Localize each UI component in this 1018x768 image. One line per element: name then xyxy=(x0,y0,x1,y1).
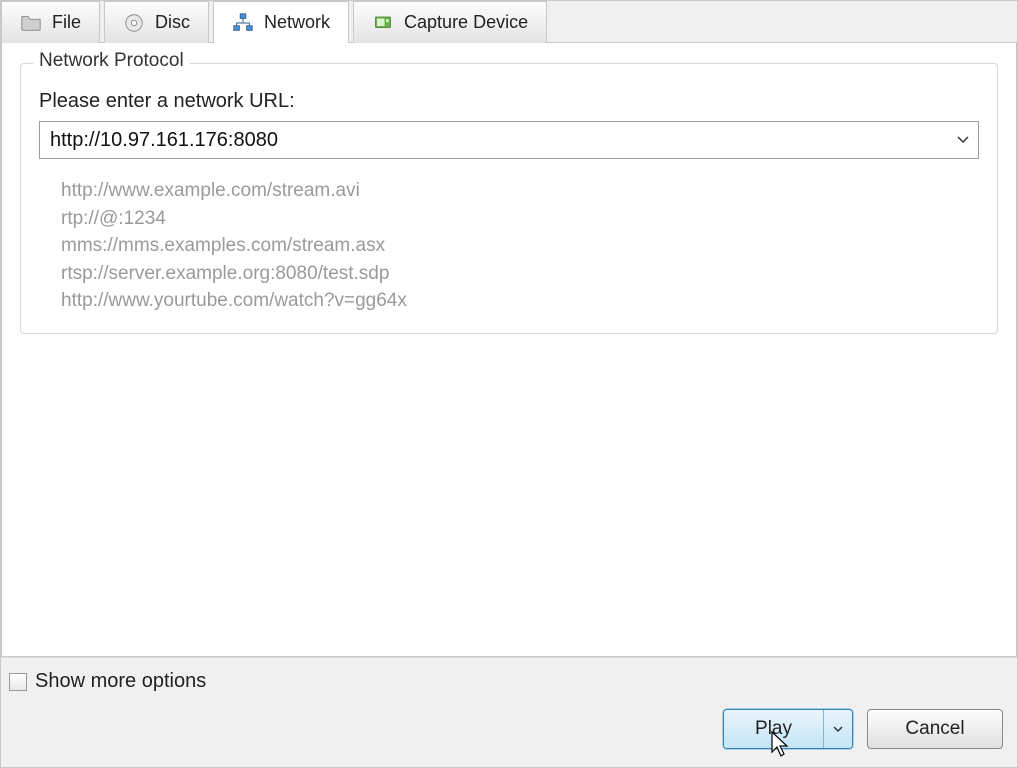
show-more-options-row[interactable]: Show more options xyxy=(9,670,1003,693)
disc-icon xyxy=(123,12,145,34)
open-media-dialog: File Disc Network Capture Devi xyxy=(0,0,1018,768)
tab-network[interactable]: Network xyxy=(213,1,349,43)
network-url-input[interactable] xyxy=(40,122,948,158)
tab-network-label: Network xyxy=(264,12,330,33)
tab-capture-device[interactable]: Capture Device xyxy=(353,1,547,43)
url-example: http://www.example.com/stream.avi xyxy=(61,177,979,205)
cancel-button[interactable]: Cancel xyxy=(867,709,1003,749)
play-button-label: Play xyxy=(755,718,792,740)
show-more-options-label: Show more options xyxy=(35,670,206,693)
dialog-footer: Show more options Play Cancel xyxy=(1,657,1017,767)
cancel-button-label: Cancel xyxy=(905,718,964,740)
group-title: Network Protocol xyxy=(33,50,190,72)
capture-device-icon xyxy=(372,12,394,34)
play-button[interactable]: Play xyxy=(724,710,824,748)
url-example: mms://mms.examples.com/stream.asx xyxy=(61,232,979,260)
tab-disc-label: Disc xyxy=(155,12,190,33)
network-url-combobox[interactable] xyxy=(39,121,979,159)
show-more-options-checkbox[interactable] xyxy=(9,673,27,691)
tab-disc[interactable]: Disc xyxy=(104,1,209,43)
tab-bar: File Disc Network Capture Devi xyxy=(1,1,1017,43)
url-dropdown-button[interactable] xyxy=(948,122,978,158)
chevron-down-icon xyxy=(833,726,843,733)
url-examples: http://www.example.com/stream.avi rtp://… xyxy=(61,177,979,315)
url-example: rtp://@:1234 xyxy=(61,205,979,233)
network-icon xyxy=(232,12,254,34)
url-example: http://www.yourtube.com/watch?v=gg64x xyxy=(61,287,979,315)
url-example: rtsp://server.example.org:8080/test.sdp xyxy=(61,260,979,288)
tab-capture-label: Capture Device xyxy=(404,12,528,33)
url-prompt-label: Please enter a network URL: xyxy=(39,90,979,113)
footer-buttons: Play Cancel xyxy=(9,709,1003,749)
network-protocol-group: Network Protocol Please enter a network … xyxy=(20,63,998,334)
tab-file-label: File xyxy=(52,12,81,33)
play-split-button[interactable]: Play xyxy=(723,709,853,749)
play-button-dropdown[interactable] xyxy=(824,710,852,748)
tab-file[interactable]: File xyxy=(1,1,100,43)
folder-icon xyxy=(20,12,42,34)
network-tab-page: Network Protocol Please enter a network … xyxy=(1,43,1017,657)
chevron-down-icon xyxy=(957,136,969,144)
